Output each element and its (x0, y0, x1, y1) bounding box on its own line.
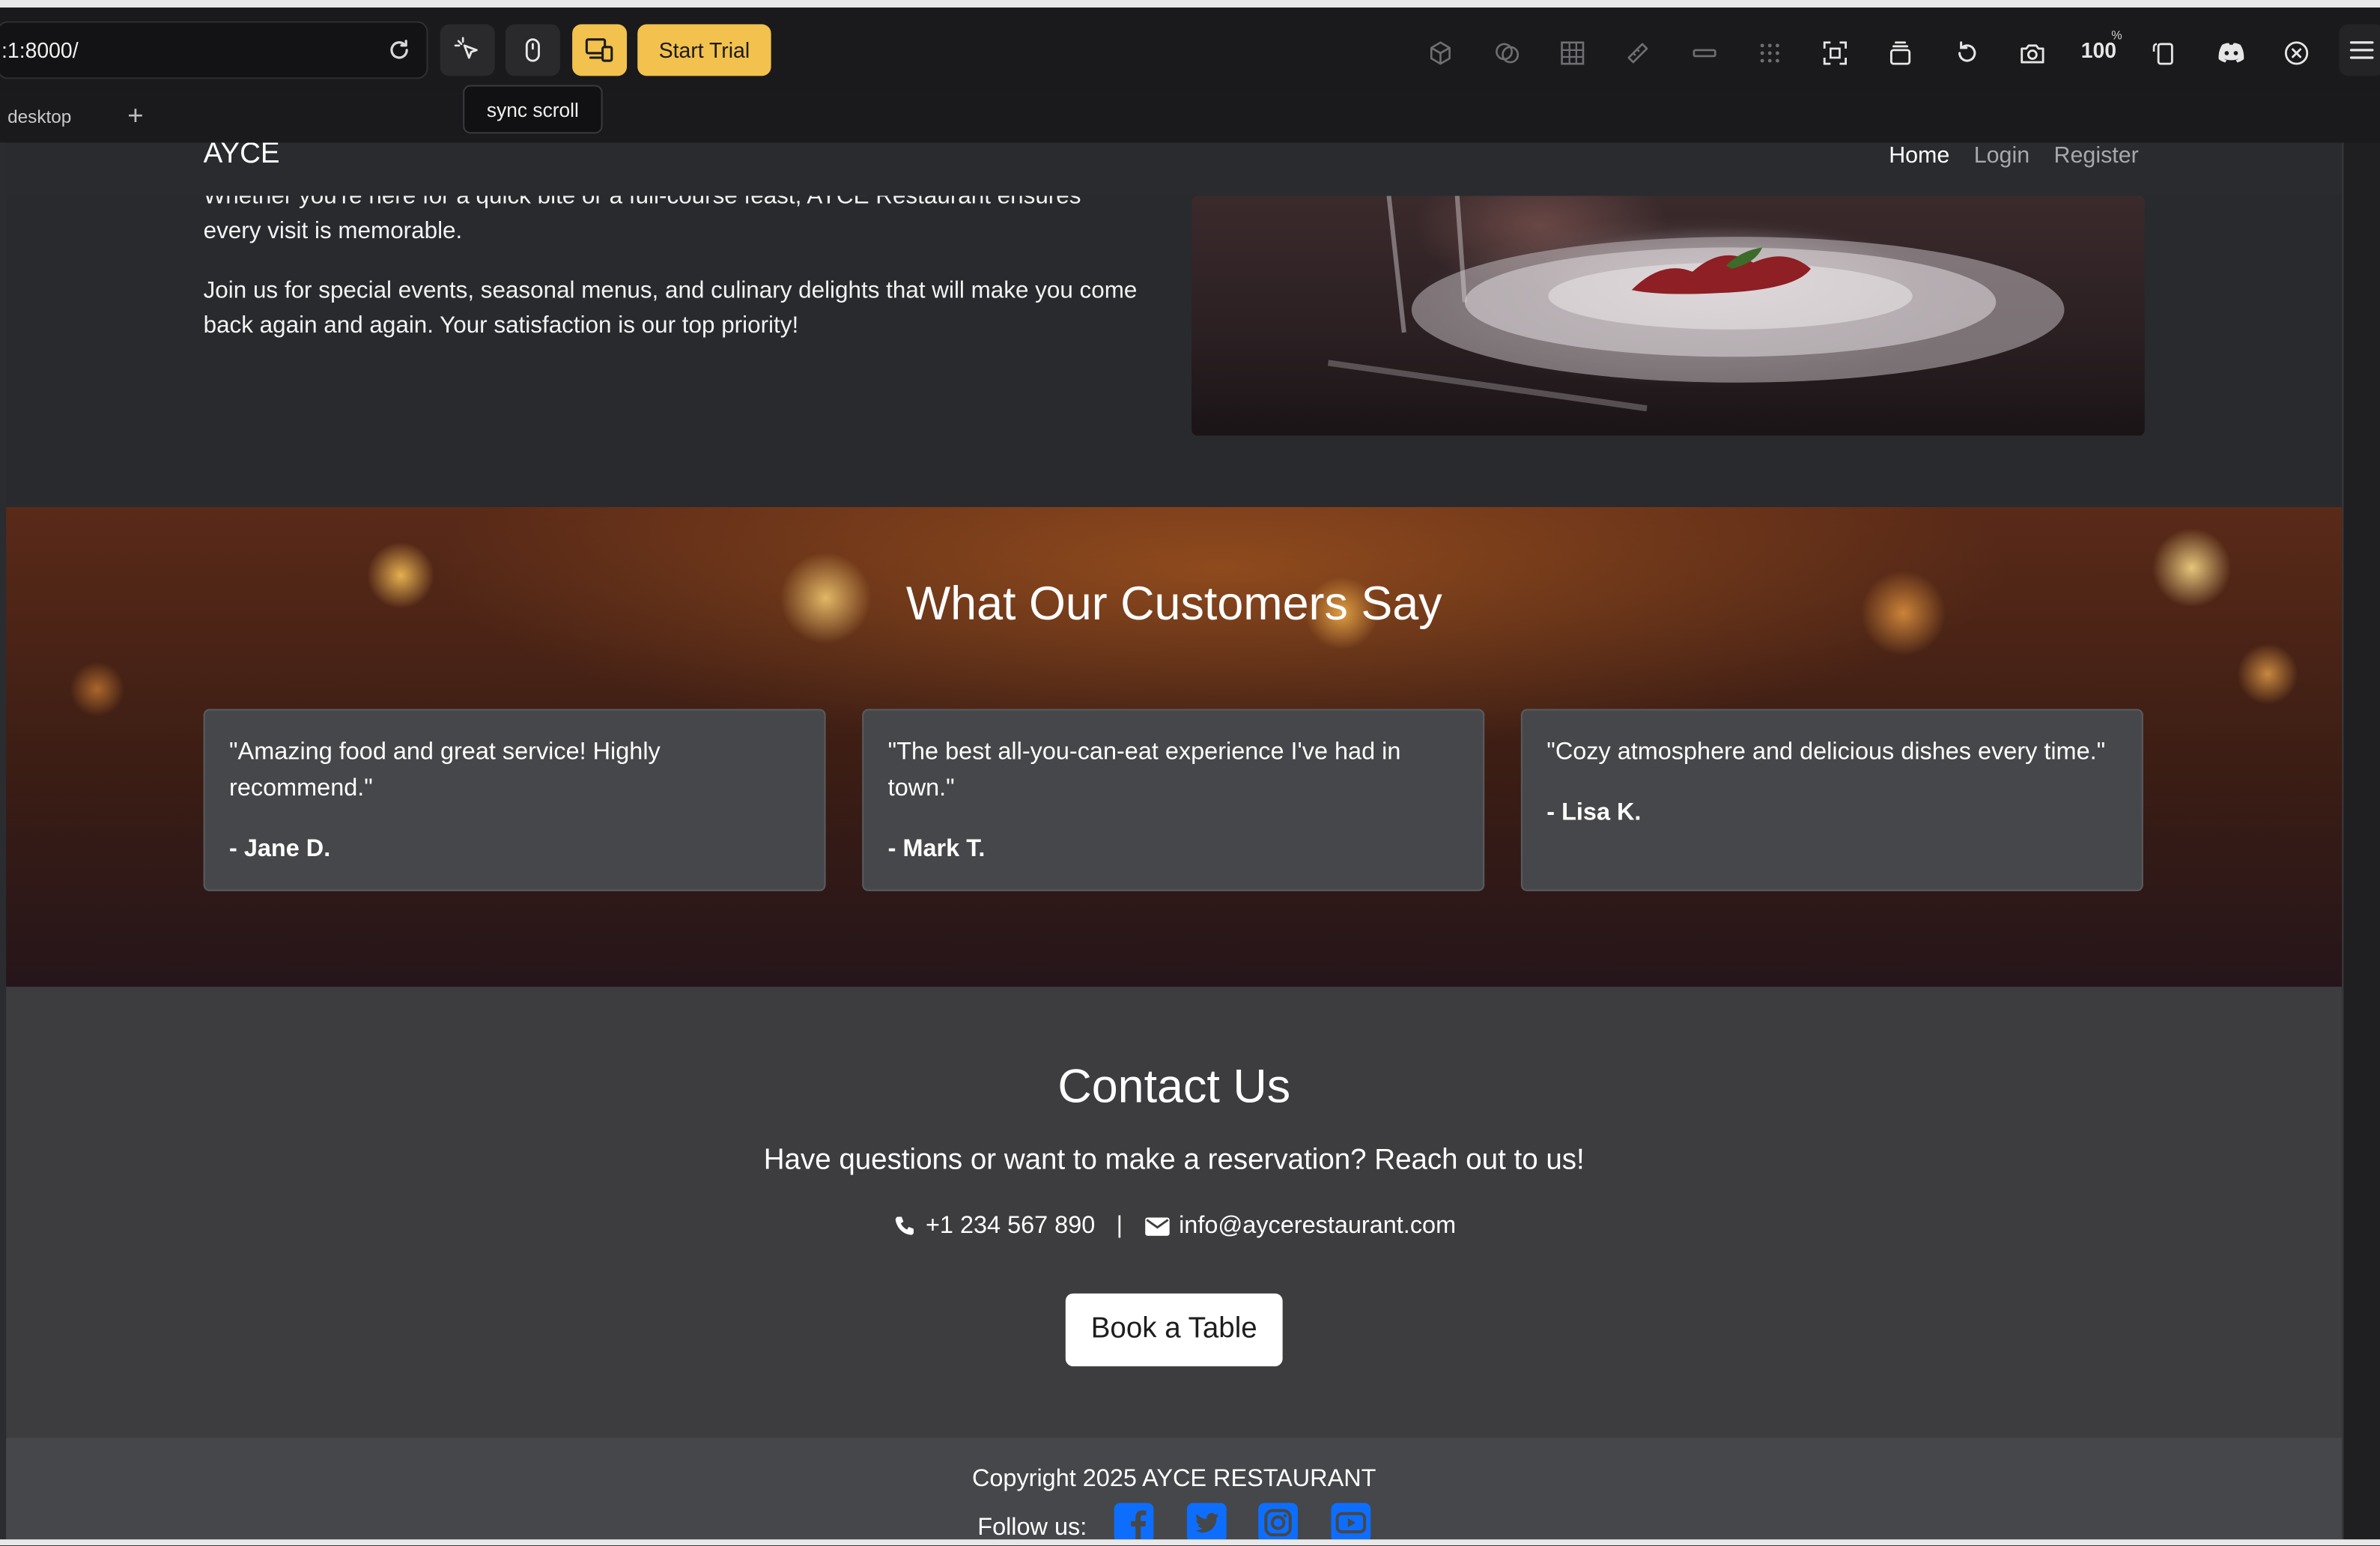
inspect-cursor-button[interactable] (440, 24, 495, 76)
discord-icon[interactable] (2214, 37, 2248, 70)
close-circle-icon[interactable] (2280, 37, 2313, 70)
responsive-devices-button[interactable] (572, 24, 628, 76)
brand-logo[interactable]: AYCE (204, 143, 280, 172)
layers-icon[interactable] (1883, 37, 1917, 70)
device-rotate-icon[interactable] (2148, 37, 2182, 70)
envelope-icon (1144, 1217, 1169, 1236)
phone-icon (895, 1216, 914, 1235)
add-tab-icon[interactable]: + (127, 100, 143, 133)
contact-subtitle: Have questions or want to make a reserva… (763, 1145, 1585, 1177)
book-table-button[interactable]: Book a Table (1065, 1293, 1283, 1367)
testimonial-card: "Amazing food and great service! Highly … (203, 709, 826, 891)
facebook-icon[interactable] (1113, 1502, 1156, 1540)
rectangle-icon[interactable] (1688, 37, 1722, 70)
sync-scroll-tooltip: sync scroll (463, 85, 603, 134)
restaurant-dish-image (1191, 195, 2145, 436)
about-text: Whether you're here for a quick bite or … (204, 179, 1145, 367)
twitter-icon[interactable] (1186, 1502, 1228, 1540)
testimonial-author: - Jane D. (229, 836, 331, 863)
device-tabs: desktop + (0, 94, 2380, 145)
zoom-unit: % (2111, 28, 2122, 43)
reload-icon[interactable] (387, 38, 411, 62)
testimonial-quote: "Cozy atmosphere and delicious dishes ev… (1546, 739, 2106, 766)
testimonial-quote: "The best all-you-can-eat experience I'v… (887, 739, 1401, 802)
testimonial-card: "Cozy atmosphere and delicious dishes ev… (1520, 709, 2143, 891)
app-window: :1:8000/ Start Trial 100 % desktop + Whe… (0, 0, 2380, 1546)
camera-icon[interactable] (2016, 37, 2050, 70)
plate-illustration (1327, 195, 2065, 412)
tab-desktop[interactable]: desktop (7, 106, 71, 127)
contact-phone[interactable]: +1 234 567 890 (926, 1213, 1095, 1240)
nav-home-link[interactable]: Home (1889, 143, 1949, 169)
follow-label: Follow us: (977, 1515, 1087, 1540)
copyright-text: Copyright 2025 AYCE RESTAURANT (971, 1466, 1376, 1493)
window-top-edge (0, 0, 2380, 8)
url-bar[interactable]: :1:8000/ (0, 21, 428, 79)
start-trial-button[interactable]: Start Trial (637, 24, 771, 76)
testimonials-title: What Our Customers Say (905, 577, 1442, 631)
contact-email[interactable]: info@aycerestaurant.com (1179, 1213, 1456, 1240)
window-bottom-edge (0, 1539, 2380, 1546)
menu-button[interactable] (2339, 24, 2380, 76)
site-footer: Copyright 2025 AYCE RESTAURANT Follow us… (6, 1437, 2343, 1540)
contact-section: Contact Us Have questions or want to mak… (6, 986, 2343, 1438)
ruler-icon[interactable] (1621, 37, 1655, 70)
overlap-circles-icon[interactable] (1490, 37, 1524, 70)
hamburger-icon (2349, 41, 2374, 59)
page-viewport[interactable]: Whether you're here for a quick bite or … (6, 142, 2343, 1540)
rotate-icon[interactable] (1950, 37, 1984, 70)
grid-icon[interactable] (1555, 37, 1589, 70)
devtool-toolbar: :1:8000/ Start Trial 100 % (0, 7, 2380, 96)
cursor-click-icon (454, 37, 478, 59)
youtube-icon[interactable] (1329, 1502, 1372, 1540)
testimonial-card: "The best all-you-can-eat experience I'v… (862, 709, 1485, 891)
devices-icon (585, 38, 613, 62)
dots-grid-icon[interactable] (1753, 37, 1787, 70)
testimonial-author: - Mark T. (887, 836, 986, 863)
viewport-scrollbar[interactable] (2342, 142, 2380, 1540)
url-text[interactable]: :1:8000/ (1, 38, 79, 62)
nav-register-link[interactable]: Register (2054, 143, 2139, 169)
contact-separator: | (1116, 1213, 1123, 1239)
sync-scroll-button[interactable] (505, 24, 560, 76)
mouse-icon (525, 38, 540, 62)
testimonials-section: What Our Customers Say "Amazing food and… (6, 506, 2343, 987)
nav-links: Home Login Register (1889, 143, 2139, 169)
testimonial-quote: "Amazing food and great service! Highly … (229, 739, 661, 802)
nav-login-link[interactable]: Login (1974, 143, 2030, 169)
instagram-icon[interactable] (1257, 1502, 1299, 1540)
about-paragraph-2: Join us for special events, seasonal men… (203, 277, 1138, 339)
site-navbar: AYCE Home Login Register (6, 142, 2343, 196)
focus-frame-icon[interactable] (1818, 37, 1852, 70)
testimonial-author: - Lisa K. (1546, 800, 1642, 826)
contact-details: +1 234 567 890 | info@aycerestaurant.com (6, 1213, 2342, 1240)
contact-title: Contact Us (1057, 1059, 1291, 1113)
box-icon[interactable] (1424, 37, 1457, 70)
